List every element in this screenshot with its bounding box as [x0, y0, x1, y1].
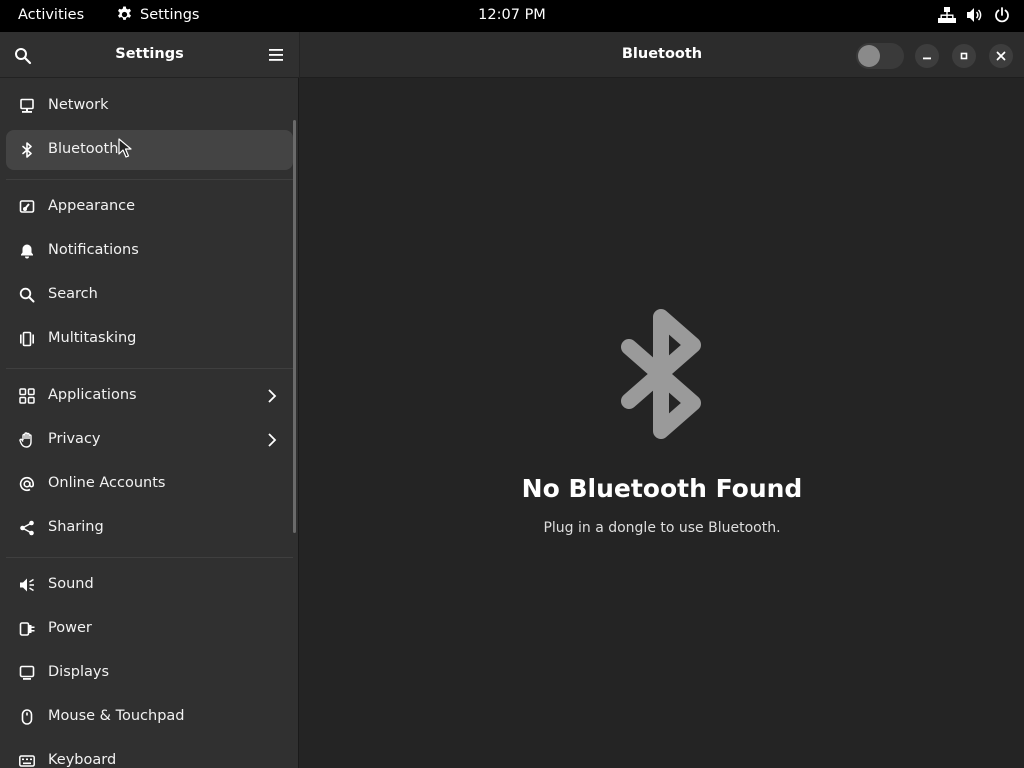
sidebar-header: Settings [0, 32, 299, 78]
close-button[interactable] [989, 44, 1013, 68]
bluetooth-large-icon [621, 309, 701, 439]
activities-button[interactable]: Activities [18, 7, 84, 23]
sidebar-item-label: Multitasking [48, 330, 137, 346]
sidebar-item-notifications[interactable]: Notifications [6, 231, 293, 271]
maximize-button[interactable] [952, 44, 976, 68]
search-icon [19, 287, 35, 303]
sidebar-item-label: Notifications [48, 242, 139, 258]
network-icon[interactable] [938, 7, 956, 23]
speaker-icon [19, 577, 35, 593]
gear-icon [118, 6, 131, 20]
bell-icon [19, 243, 35, 259]
chevron-right-icon [268, 433, 277, 447]
sidebar-item-displays[interactable]: Displays [6, 653, 293, 693]
hand-icon [19, 432, 35, 448]
sidebar-item-label: Online Accounts [48, 475, 166, 491]
settings-window: Settings Network Bluetooth Appearance No… [0, 32, 1024, 768]
sidebar-item-label: Power [48, 620, 92, 636]
sidebar-item-multitasking[interactable]: Multitasking [6, 319, 293, 359]
at-icon [19, 476, 35, 492]
sidebar-item-label: Displays [48, 664, 110, 680]
close-icon [996, 51, 1006, 61]
clock[interactable]: 12:07 PM [478, 7, 546, 23]
sidebar-item-label: Sound [48, 576, 94, 592]
sidebar-item-label: Bluetooth [48, 141, 119, 157]
sidebar-scrollbar[interactable] [293, 120, 296, 533]
app-name: Settings [140, 6, 200, 23]
sidebar-separator [6, 557, 293, 558]
maximize-icon [960, 52, 968, 60]
app-menu[interactable]: Settings [116, 6, 199, 23]
sidebar-list: Network Bluetooth Appearance Notificatio… [0, 78, 299, 768]
top-bar: Activities Settings 12:07 PM [0, 0, 1024, 32]
sidebar-item-label: Appearance [48, 198, 136, 214]
display-icon [19, 665, 35, 681]
sidebar-item-label: Applications [48, 387, 137, 403]
sidebar-item-label: Search [48, 286, 98, 302]
power-plug-icon [19, 621, 35, 637]
sidebar-item-keyboard[interactable]: Keyboard [6, 741, 293, 768]
hamburger-menu-icon[interactable] [268, 48, 284, 62]
sidebar-item-label: Keyboard [48, 752, 117, 768]
chevron-right-icon [268, 389, 277, 403]
system-tray[interactable] [938, 7, 1010, 23]
empty-state-title: No Bluetooth Found [521, 474, 803, 503]
bluetooth-icon [19, 142, 35, 158]
sidebar-item-network[interactable]: Network [6, 86, 293, 126]
sidebar-item-online-accounts[interactable]: Online Accounts [6, 464, 293, 504]
minimize-icon [923, 57, 931, 60]
sidebar-separator [6, 368, 293, 369]
sidebar-item-applications[interactable]: Applications [6, 376, 293, 416]
sidebar-item-bluetooth[interactable]: Bluetooth [6, 130, 293, 170]
content-header: Bluetooth [300, 32, 1024, 78]
toggle-knob [858, 45, 880, 67]
sidebar-item-label: Privacy [48, 431, 101, 447]
sidebar-item-appearance[interactable]: Appearance [6, 187, 293, 227]
bluetooth-panel: No Bluetooth Found Plug in a dongle to u… [300, 79, 1024, 768]
sidebar-item-label: Network [48, 97, 109, 113]
sidebar-item-mouse-touchpad[interactable]: Mouse & Touchpad [6, 697, 293, 737]
keyboard-icon [19, 753, 35, 768]
bluetooth-toggle[interactable] [856, 43, 904, 69]
network-wired-icon [19, 98, 35, 114]
sidebar-separator [6, 179, 293, 180]
multitasking-icon [19, 331, 35, 347]
mouse-icon [19, 709, 35, 725]
share-icon [19, 520, 35, 536]
sidebar-item-label: Mouse & Touchpad [48, 708, 185, 724]
sidebar: Settings Network Bluetooth Appearance No… [0, 32, 299, 768]
sidebar-item-privacy[interactable]: Privacy [6, 420, 293, 460]
sidebar-title: Settings [115, 46, 184, 62]
applications-icon [19, 388, 35, 404]
mouse-cursor-icon [118, 138, 132, 158]
volume-icon[interactable] [966, 7, 984, 23]
power-icon[interactable] [994, 7, 1010, 23]
sidebar-item-power[interactable]: Power [6, 609, 293, 649]
minimize-button[interactable] [915, 44, 939, 68]
sidebar-item-sound[interactable]: Sound [6, 565, 293, 605]
empty-state-subtitle: Plug in a dongle to use Bluetooth. [543, 520, 781, 536]
sidebar-item-label: Sharing [48, 519, 104, 535]
sidebar-item-search[interactable]: Search [6, 275, 293, 315]
sidebar-item-sharing[interactable]: Sharing [6, 508, 293, 548]
appearance-icon [19, 199, 35, 215]
